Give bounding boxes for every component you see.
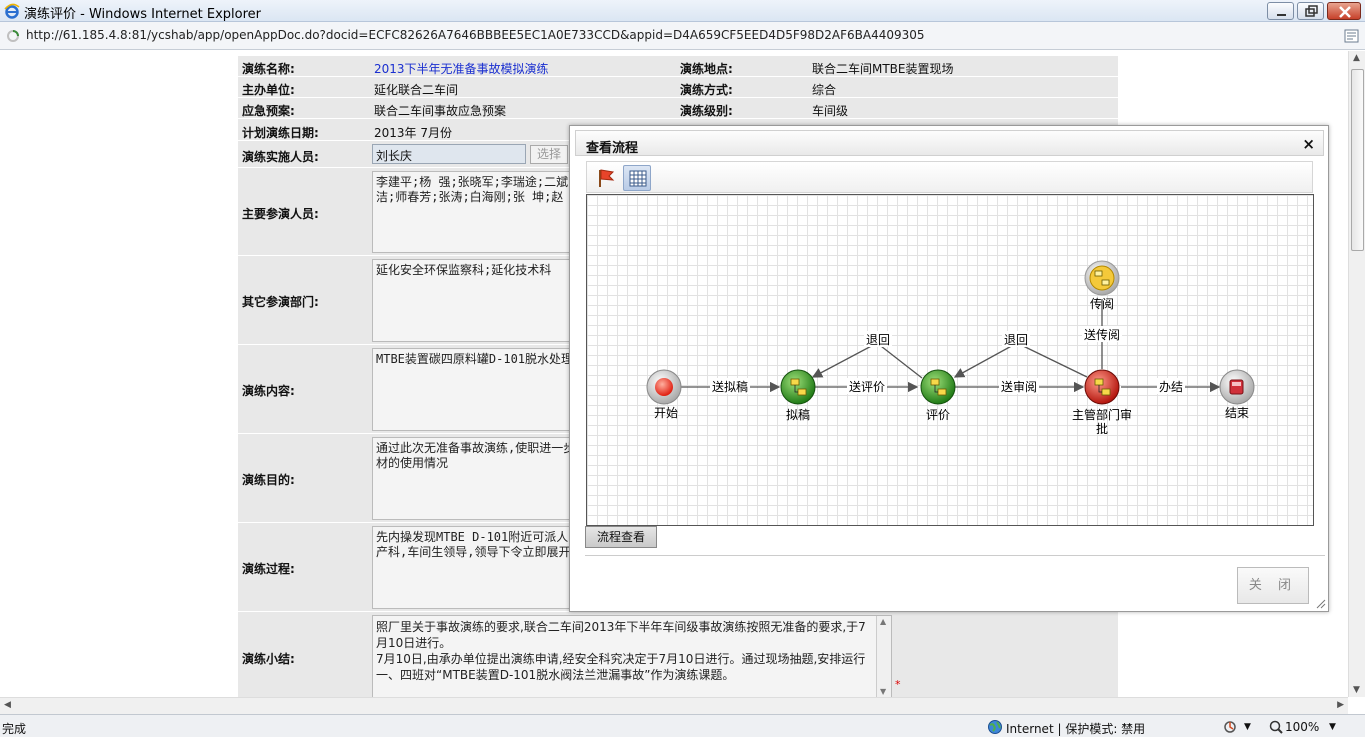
flag-icon xyxy=(599,169,615,187)
edge-label-return-1: 退回 xyxy=(866,333,890,347)
close-window-button[interactable] xyxy=(1327,2,1361,20)
node-start[interactable] xyxy=(646,369,682,405)
node-start-label: 开始 xyxy=(654,406,678,420)
host-label: 主办单位: xyxy=(242,83,295,97)
edge-label-send-review: 送评价 xyxy=(849,379,885,394)
summary-textarea[interactable]: 照厂里关于事故演练的要求,联合二车间2013年下半年车间级事故演练按照无准备的要… xyxy=(372,615,892,697)
name-label: 演练名称: xyxy=(242,62,295,76)
edge-label-send-approve: 送审阅 xyxy=(1001,379,1037,394)
edge-label-return-2: 退回 xyxy=(1004,333,1028,347)
node-review-label: 评价 xyxy=(926,408,950,422)
zoom-dropdown-icon[interactable]: ▼ xyxy=(1329,722,1336,732)
form-row-name: 演练名称: 2013下半年无准备事故模拟演练 演练地点: 联合二车间MTBE装置… xyxy=(238,56,1118,77)
required-star-icon: * xyxy=(895,678,901,691)
summary-scrollbar[interactable]: ▲ ▼ xyxy=(876,616,891,697)
node-draft-label: 拟稿 xyxy=(786,407,810,422)
select-executor-button[interactable]: 选择 xyxy=(530,145,568,164)
host-value: 延化联合二车间 xyxy=(374,83,459,97)
scroll-right-arrow-icon[interactable]: ▶ xyxy=(1337,700,1344,710)
edge-return-approve-review xyxy=(953,342,1088,378)
form-row-host: 主办单位: 延化联合二车间 演练方式: 综合 xyxy=(238,77,1118,98)
executor-label: 演练实施人员: xyxy=(242,150,319,164)
ie-logo-icon xyxy=(4,3,20,19)
flow-toolbar xyxy=(586,161,1313,193)
form-row-summary: 演练小结: 照厂里关于事故演练的要求,联合二车间2013年下半年车间级事故演练按… xyxy=(238,612,1118,697)
node-approve-label-1: 主管部门审 xyxy=(1072,407,1132,422)
zoom-level[interactable]: 100% xyxy=(1285,720,1319,734)
page-vertical-scrollbar[interactable]: ▲ ▼ xyxy=(1348,51,1365,697)
summary-label: 演练小结: xyxy=(242,652,295,666)
method-label: 演练方式: xyxy=(680,83,733,97)
status-text: 完成 xyxy=(2,722,27,736)
flow-canvas[interactable]: 开始 拟稿 评价 主管部门审 批 结束 传阅 送拟稿 送评价 送审阅 办结 送传… xyxy=(586,194,1314,526)
dialog-divider xyxy=(585,555,1325,556)
tab-view-flow[interactable]: 流程查看 xyxy=(585,526,657,548)
departments-label: 其它参演部门: xyxy=(242,295,319,309)
location-value: 联合二车间MTBE装置现场 xyxy=(812,62,954,76)
participants-label: 主要参演人员: xyxy=(242,207,319,221)
process-label: 演练过程: xyxy=(242,562,295,576)
location-label: 演练地点: xyxy=(680,62,733,76)
node-end[interactable] xyxy=(1219,369,1255,405)
minimize-button[interactable] xyxy=(1267,2,1294,20)
scroll-up-arrow-icon[interactable]: ▲ xyxy=(1353,53,1360,63)
page-viewport: 演练名称: 2013下半年无准备事故模拟演练 演练地点: 联合二车间MTBE装置… xyxy=(0,51,1348,697)
node-end-label: 结束 xyxy=(1225,406,1249,420)
date-value: 2013年 7月份 xyxy=(374,126,452,140)
view-flow-dialog: 查看流程 × 开始 拟稿 评价 主管部门审 批 结束 传阅 送拟稿 送评价 送审… xyxy=(569,125,1329,612)
page-scroll-thumb[interactable] xyxy=(1351,69,1364,251)
grid-icon xyxy=(629,170,647,187)
dialog-close-button[interactable]: 关 闭 xyxy=(1237,567,1309,604)
address-bar[interactable]: http://61.185.4.8:81/ycshab/app/openAppD… xyxy=(0,22,1365,50)
level-value: 车间级 xyxy=(812,104,849,118)
method-value: 综合 xyxy=(812,83,837,97)
name-value-link[interactable]: 2013下半年无准备事故模拟演练 xyxy=(374,60,549,77)
plan-value: 联合二车间事故应急预案 xyxy=(374,104,507,118)
dialog-title: 查看流程 xyxy=(586,141,639,156)
purpose-label: 演练目的: xyxy=(242,473,295,487)
form-row-plan: 应急预案: 联合二车间事故应急预案 演练级别: 车间级 xyxy=(238,98,1118,119)
edge-label-send-draft: 送拟稿 xyxy=(712,379,748,394)
dialog-close-icon[interactable]: × xyxy=(1302,135,1315,153)
resize-grip-icon[interactable] xyxy=(1314,597,1326,609)
flow-diagram: 开始 拟稿 评价 主管部门审 批 结束 传阅 送拟稿 送评价 送审阅 办结 送传… xyxy=(646,260,1255,436)
node-review[interactable] xyxy=(920,369,956,405)
grid-toggle-button[interactable] xyxy=(623,165,651,191)
scroll-up-icon[interactable]: ▲ xyxy=(880,617,886,626)
date-label: 计划演练日期: xyxy=(242,126,319,140)
compatibility-view-icon[interactable] xyxy=(1343,27,1361,45)
popup-blocker-icon[interactable] xyxy=(1222,719,1238,735)
node-approve[interactable] xyxy=(1084,369,1120,405)
plan-label: 应急预案: xyxy=(242,104,295,118)
edge-label-finish: 办结 xyxy=(1159,379,1183,394)
edge-return-review-draft xyxy=(811,342,923,379)
node-approve-label-2: 批 xyxy=(1096,421,1108,436)
window-title: 演练评价 - Windows Internet Explorer xyxy=(24,7,261,22)
scroll-down-icon[interactable]: ▼ xyxy=(880,687,886,696)
node-draft[interactable] xyxy=(780,369,816,405)
window-titlebar: 演练评价 - Windows Internet Explorer xyxy=(0,0,1365,22)
popup-dropdown-icon[interactable]: ▼ xyxy=(1244,722,1251,732)
loading-spinner-icon xyxy=(7,30,19,42)
page-horizontal-scrollbar[interactable]: ◀ ▶ xyxy=(0,697,1348,714)
zoom-icon xyxy=(1269,720,1283,734)
flag-button[interactable] xyxy=(591,165,619,191)
content-label: 演练内容: xyxy=(242,384,295,398)
executor-input[interactable]: 刘长庆 xyxy=(372,144,526,164)
node-circulate-label: 传阅 xyxy=(1090,296,1114,311)
node-circulate[interactable] xyxy=(1084,260,1120,296)
security-zone-text[interactable]: Internet | 保护模式: 禁用 xyxy=(1006,720,1145,737)
globe-icon xyxy=(988,720,1002,734)
level-label: 演练级别: xyxy=(680,104,733,118)
status-bar: 完成 Internet | 保护模式: 禁用 ▼ 100% ▼ xyxy=(0,714,1365,737)
restore-button[interactable] xyxy=(1297,2,1324,20)
edge-label-send-circulate: 送传阅 xyxy=(1084,327,1120,342)
url-text[interactable]: http://61.185.4.8:81/ycshab/app/openAppD… xyxy=(26,28,925,42)
scroll-left-arrow-icon[interactable]: ◀ xyxy=(4,700,11,710)
dialog-header: 查看流程 × xyxy=(575,130,1324,156)
scroll-down-arrow-icon[interactable]: ▼ xyxy=(1353,685,1360,695)
